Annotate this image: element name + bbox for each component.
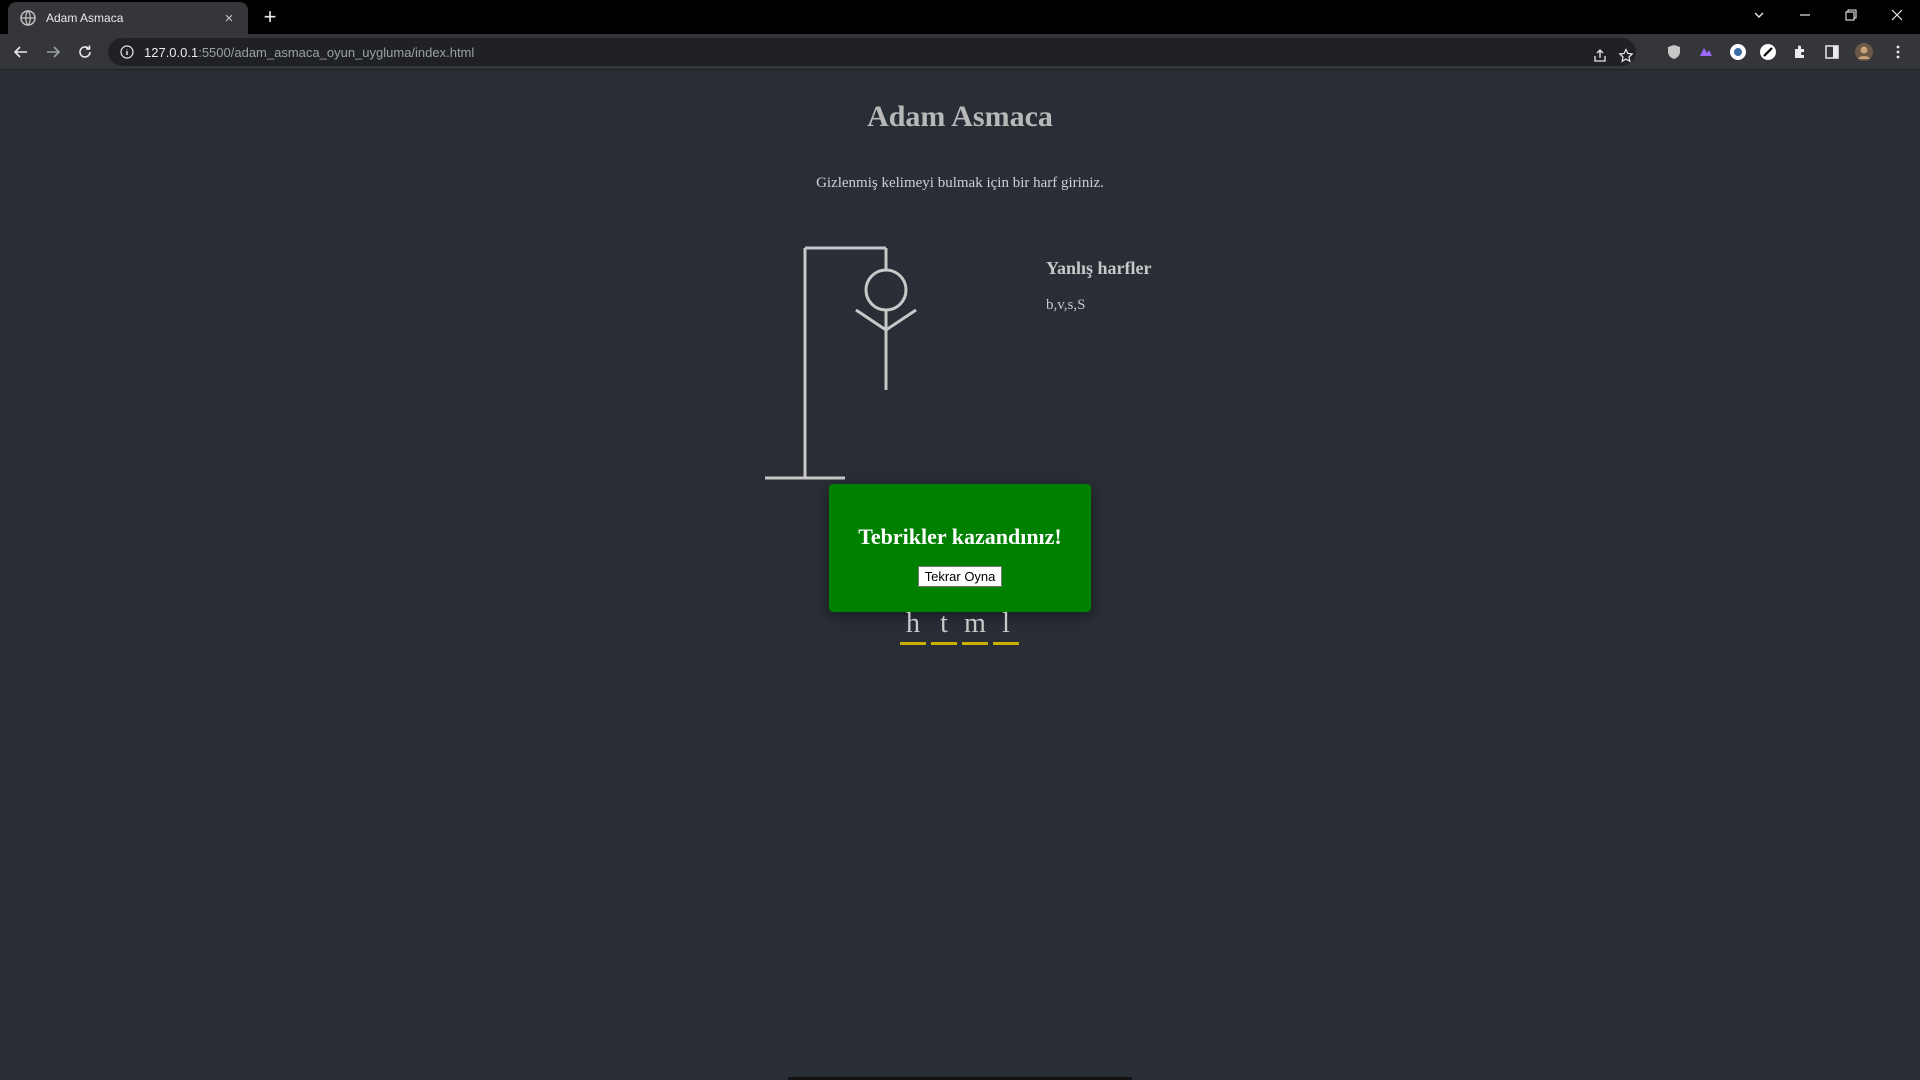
back-arrow-icon[interactable] — [9, 40, 33, 64]
restore-icon[interactable] — [1828, 0, 1874, 30]
word-letter: h — [900, 608, 926, 645]
instructions-text: Gizlenmiş kelimeyi bulmak için bir harf … — [816, 175, 1104, 191]
browser-toolbar: 127.0.0.1:5500/adam_asmaca_oyun_uygluma/… — [0, 34, 1920, 70]
url-host: 127.0.0.1 — [144, 44, 199, 60]
win-message: Tebrikler kazandınız! — [858, 524, 1062, 549]
pen-extension-icon[interactable] — [1756, 40, 1780, 64]
win-popup: Tebrikler kazandınız! Tekrar Oyna — [829, 484, 1091, 612]
tab-title: Adam Asmaca — [46, 11, 124, 25]
address-bar[interactable]: 127.0.0.1:5500/adam_asmaca_oyun_uygluma/… — [108, 38, 1636, 66]
forward-arrow-icon[interactable] — [41, 40, 65, 64]
new-tab-button[interactable]: + — [258, 6, 282, 30]
wrong-letters-list: b,v,s,S — [1046, 297, 1086, 313]
page-title: Adam Asmaca — [867, 100, 1053, 133]
minimize-icon[interactable] — [1782, 0, 1828, 30]
url-text: 127.0.0.1:5500/adam_asmaca_oyun_uygluma/… — [144, 45, 474, 60]
site-info-icon[interactable] — [120, 45, 134, 59]
puzzle-extensions-icon[interactable] — [1788, 40, 1812, 64]
side-panel-icon[interactable] — [1820, 40, 1844, 64]
url-path: :5500/adam_asmaca_oyun_uygluma/index.htm… — [198, 44, 475, 60]
word-letter: t — [931, 608, 957, 645]
hangman-left-arm — [855, 308, 887, 332]
tab-close-icon[interactable]: × — [220, 10, 238, 27]
share-icon[interactable] — [1588, 44, 1612, 68]
hangman-right-arm — [885, 308, 917, 332]
word-display: h t m l — [900, 608, 1024, 645]
bookmark-star-icon[interactable] — [1614, 44, 1638, 68]
globe-icon — [20, 10, 36, 26]
tab-strip: Adam Asmaca × + — [0, 0, 1920, 34]
shield-extension-icon[interactable] — [1662, 40, 1686, 64]
reload-icon[interactable] — [73, 40, 97, 64]
tab-active[interactable]: Adam Asmaca × — [8, 2, 248, 34]
hangman-figure — [765, 246, 917, 480]
wrong-letters-title: Yanlış harfler — [1046, 258, 1152, 278]
color-picker-extension-icon[interactable] — [1726, 40, 1750, 64]
word-letter: l — [993, 608, 1019, 645]
word-letter: m — [962, 608, 988, 645]
menu-kebab-icon[interactable] — [1886, 40, 1910, 64]
avatar[interactable] — [1852, 40, 1876, 64]
close-window-icon[interactable] — [1874, 0, 1920, 30]
purple-extension-icon[interactable] — [1694, 40, 1718, 64]
tab-search-icon[interactable] — [1736, 0, 1782, 30]
hangman-head — [864, 268, 908, 312]
play-again-button[interactable]: Tekrar Oyna — [917, 566, 1003, 587]
page-viewport: Adam Asmaca Gizlenmiş kelimeyi bulmak iç… — [0, 70, 1920, 1080]
wrong-letters-panel: Yanlış harfler b,v,s,S — [1046, 258, 1152, 314]
